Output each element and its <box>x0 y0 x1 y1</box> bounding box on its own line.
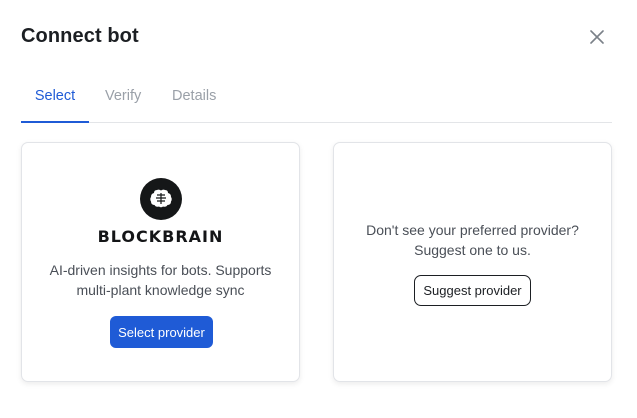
provider-description-line2: multi-plant knowledge sync <box>76 282 245 298</box>
tab-details[interactable]: Details <box>172 76 216 122</box>
connect-bot-dialog: Connect bot Select Verify Details BLOCKB… <box>0 0 637 418</box>
suggest-text-line1: Don't see your preferred provider? <box>366 222 579 238</box>
provider-card-blockbrain: BLOCKBRAIN AI-driven insights for bots. … <box>21 142 300 382</box>
select-provider-button[interactable]: Select provider <box>110 316 213 348</box>
suggest-provider-card: Don't see your preferred provider? Sugge… <box>333 142 612 382</box>
close-icon <box>590 30 604 44</box>
suggest-text-line2: Suggest one to us. <box>414 242 531 258</box>
tab-select[interactable]: Select <box>21 76 89 123</box>
suggest-provider-button[interactable]: Suggest provider <box>414 275 531 306</box>
close-button[interactable] <box>586 26 608 48</box>
dialog-title: Connect bot <box>21 25 139 47</box>
tab-bar: Select Verify Details <box>21 76 612 123</box>
suggest-text: Don't see your preferred provider? Sugge… <box>334 220 611 260</box>
provider-description: AI-driven insights for bots. Supports mu… <box>32 260 289 300</box>
provider-description-line1: AI-driven insights for bots. Supports <box>49 262 272 278</box>
tab-verify[interactable]: Verify <box>105 76 141 122</box>
blockbrain-logo: BLOCKBRAIN <box>97 227 224 246</box>
brain-icon <box>140 178 182 220</box>
